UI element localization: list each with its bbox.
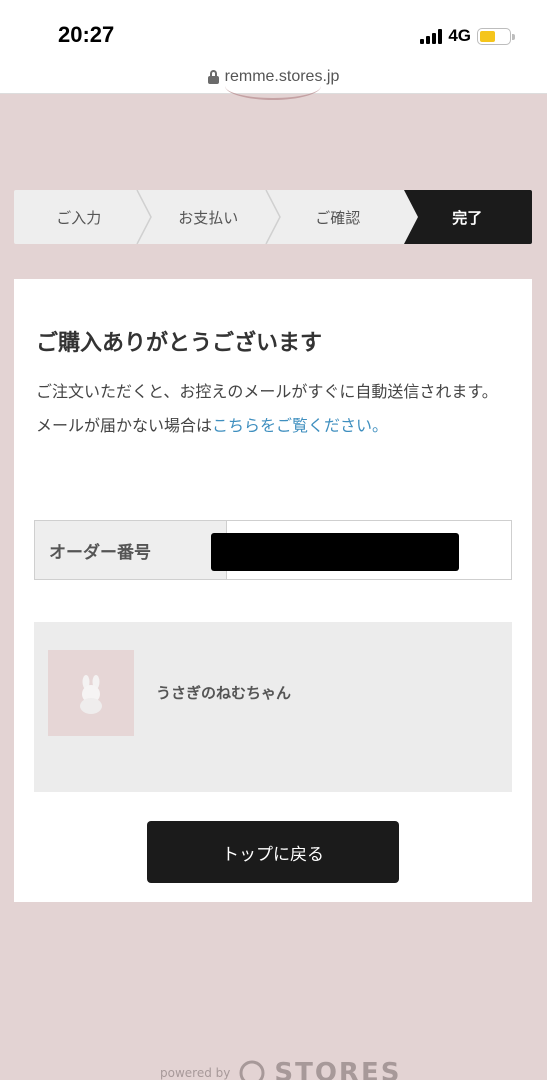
step-input: ご入力: [14, 190, 152, 244]
status-bar: 20:27 4G: [0, 0, 547, 60]
stores-logo-icon: [239, 1060, 265, 1080]
product-name[interactable]: うさぎのねむちゃん: [156, 682, 291, 703]
bunny-image: [80, 675, 102, 714]
help-link[interactable]: こちらをご覧ください。: [212, 416, 388, 435]
step-label: ご確認: [315, 208, 361, 227]
signal-icon: [420, 28, 443, 44]
order-complete-card: ご購入ありがとうございます ご注文いただくと、お控えのメールがすぐに自動送信され…: [14, 279, 532, 902]
status-time: 20:27: [58, 22, 115, 47]
back-to-top-button[interactable]: トップに戻る: [147, 821, 399, 883]
checkout-steps: ご入力 お支払い ご確認 完了: [14, 190, 532, 244]
step-payment: お支払い: [144, 190, 281, 244]
confirmation-message: ご注文いただくと、お控えのメールがすぐに自動送信されます。 メールが届かない場合…: [36, 375, 516, 443]
step-confirm: ご確認: [273, 190, 403, 244]
step-complete: 完了: [403, 190, 533, 244]
powered-by-label: powered by: [160, 1066, 231, 1080]
purchased-item: うさぎのねむちゃん: [34, 622, 512, 792]
shop-logo-fragment: [225, 72, 321, 100]
order-number-value: [211, 521, 511, 579]
product-thumbnail[interactable]: [48, 650, 134, 736]
status-indicators: 4G: [420, 26, 515, 46]
email-notice: ご注文いただくと、お控えのメールがすぐに自動送信されます。: [36, 382, 498, 401]
no-email-notice: メールが届かない場合は: [36, 416, 213, 435]
order-number-box: オーダー番号: [34, 520, 512, 580]
step-label: お支払い: [178, 208, 239, 227]
order-number-label: オーダー番号: [35, 521, 227, 579]
network-type: 4G: [448, 26, 471, 45]
step-label: ご入力: [56, 208, 102, 227]
lock-icon: [207, 69, 219, 84]
brand-name: STORES: [274, 1058, 402, 1080]
battery-icon: [477, 27, 515, 45]
page-title: ご購入ありがとうございます: [36, 331, 323, 356]
redaction-block: [211, 533, 459, 571]
powered-by-footer[interactable]: powered by STORES: [160, 1058, 401, 1080]
step-label: 完了: [452, 208, 483, 227]
